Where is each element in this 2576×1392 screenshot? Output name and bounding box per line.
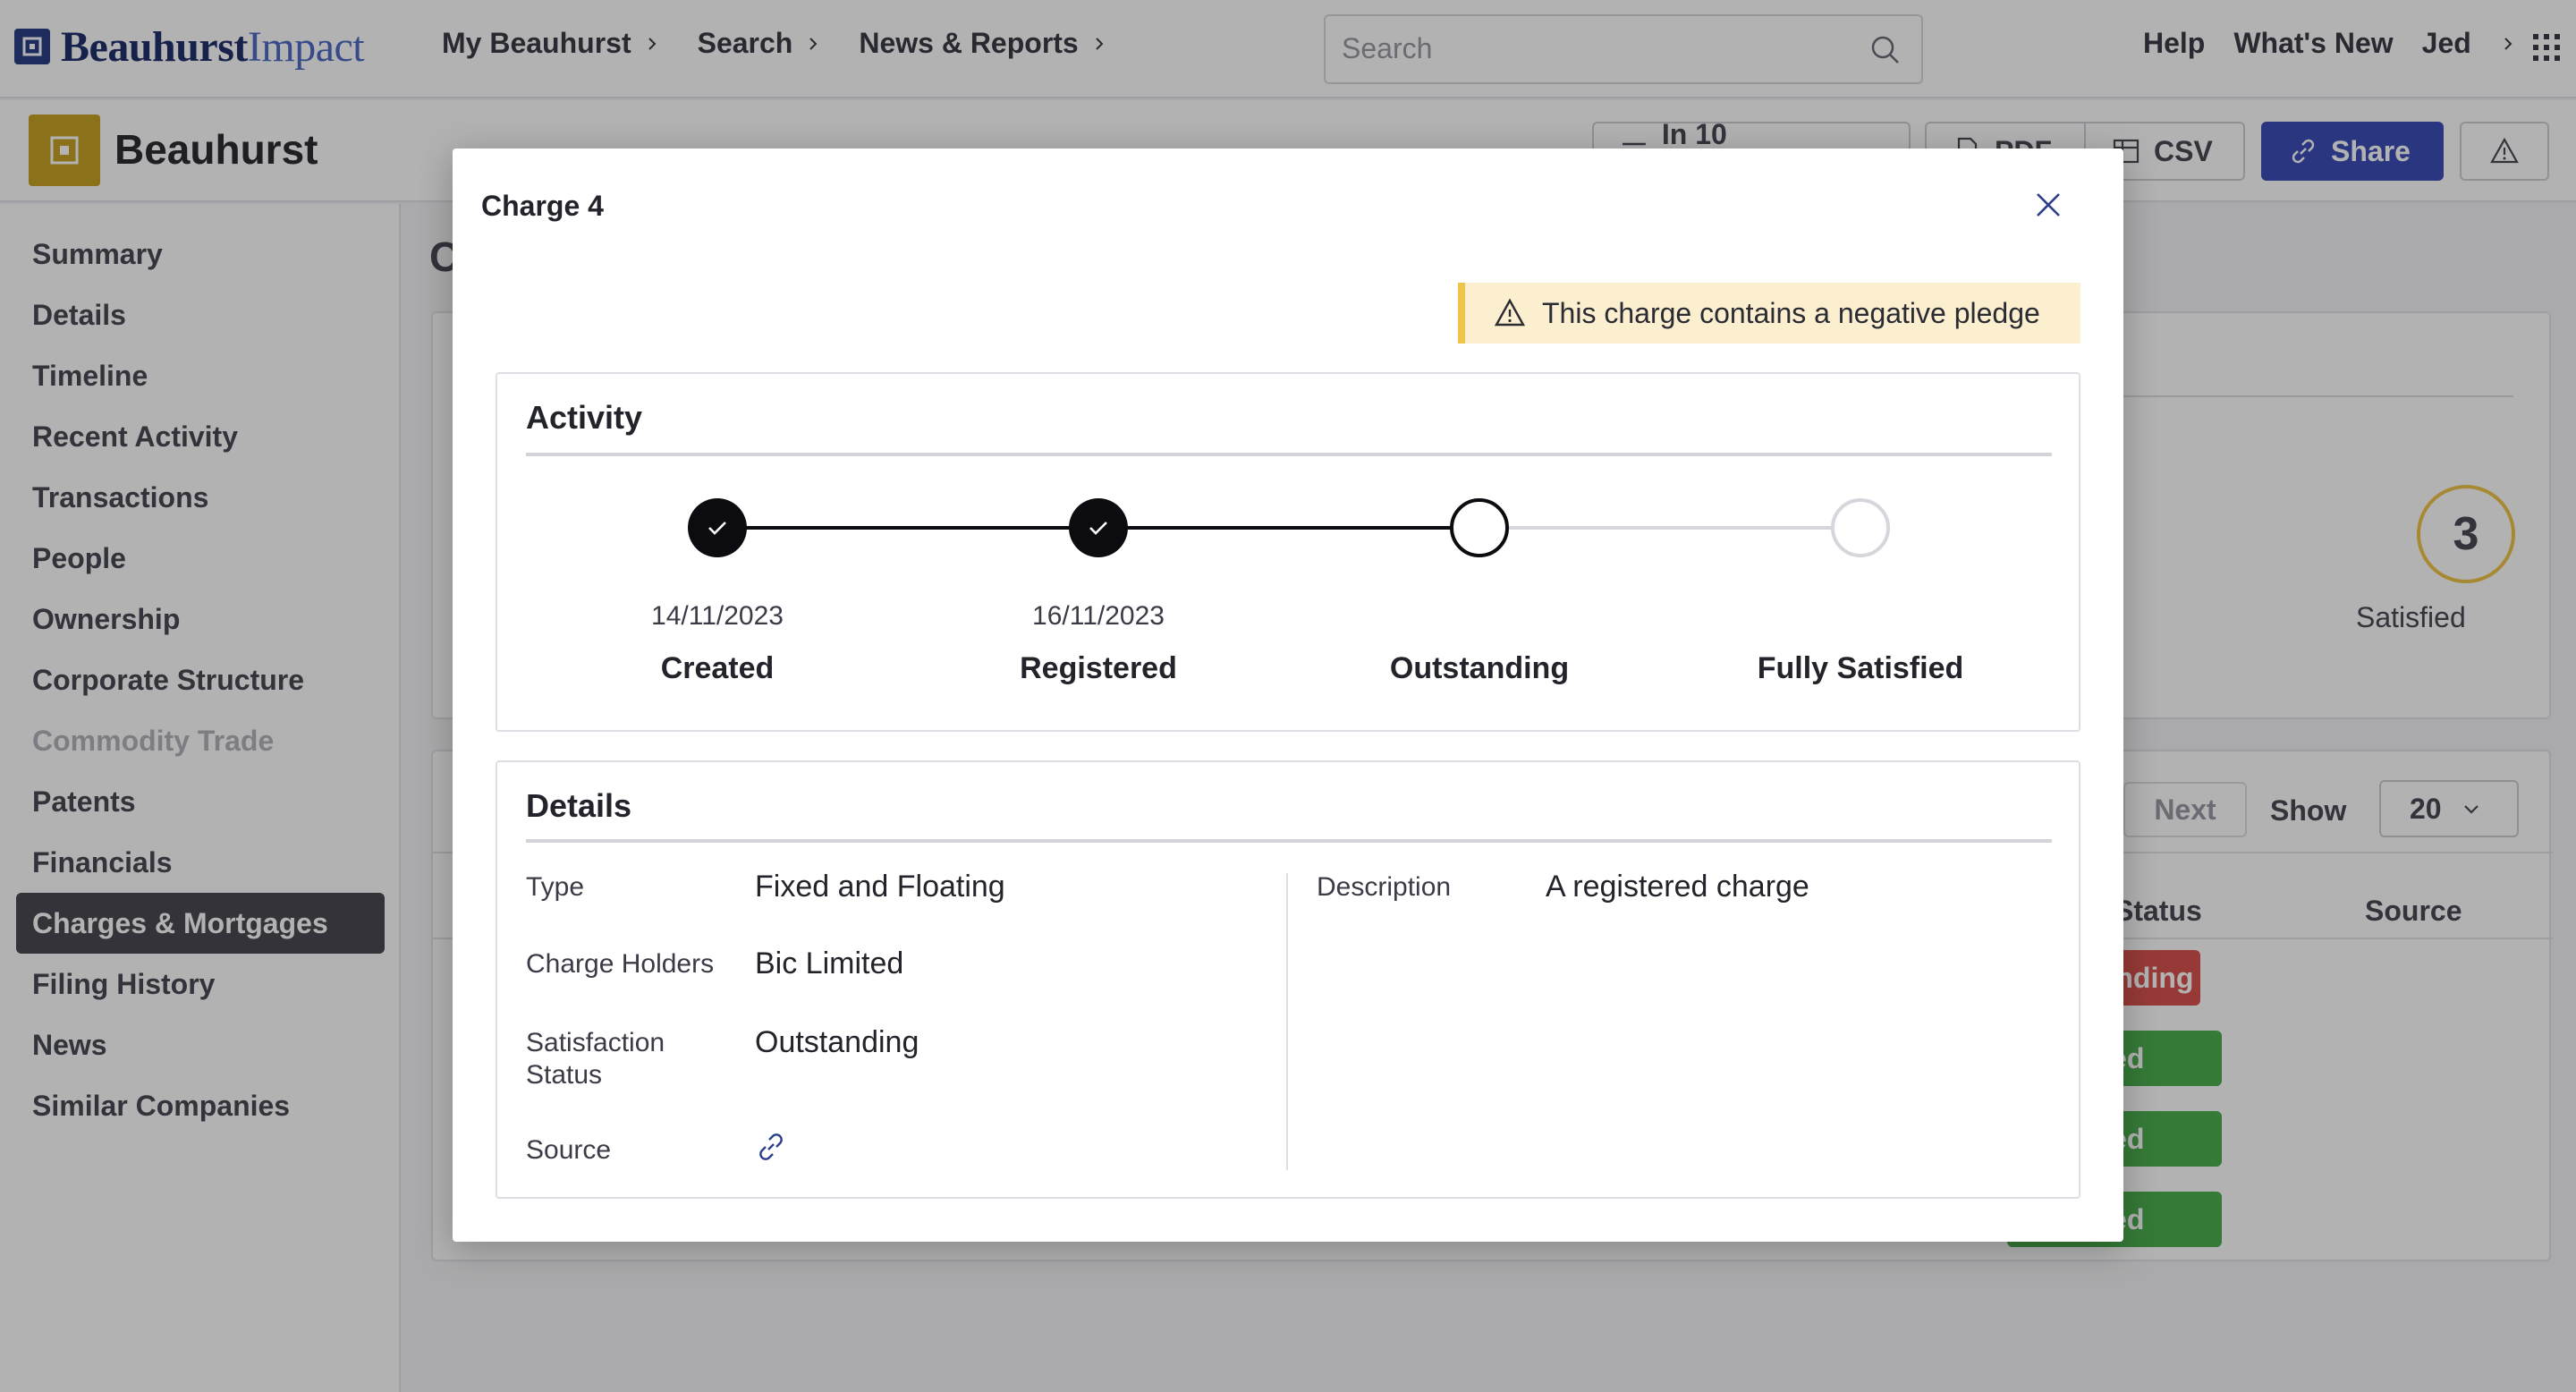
step-outstanding-dot	[1450, 498, 1509, 557]
negative-pledge-warning: This charge contains a negative pledge	[1458, 283, 2080, 344]
close-button[interactable]	[2027, 184, 2070, 227]
step-connector	[1479, 526, 1860, 530]
step-created-label: Created	[660, 651, 775, 685]
description-value: A registered charge	[1546, 870, 1809, 904]
check-icon	[1089, 522, 1107, 535]
satisfaction-status-value: Outstanding	[755, 1025, 919, 1059]
charge-holders-label: Charge Holders	[526, 949, 715, 979]
details-column-divider	[1286, 873, 1288, 1170]
details-rule	[526, 839, 2052, 843]
step-fully-satisfied-label: Fully Satisfied	[1757, 651, 1964, 685]
description-label: Description	[1317, 872, 1452, 902]
activity-panel: Activity 14/11/2023 16/11/2023 Created R…	[496, 372, 2080, 732]
type-label: Type	[526, 872, 585, 902]
source-link-icon[interactable]	[755, 1131, 787, 1163]
source-label: Source	[526, 1135, 612, 1165]
activity-rule	[526, 453, 2052, 456]
activity-title: Activity	[526, 399, 643, 436]
step-connector	[1098, 526, 1479, 530]
satisfaction-status-label: Satisfaction Status	[526, 1028, 665, 1090]
details-panel: Details Type Fixed and Floating Charge H…	[496, 760, 2080, 1199]
step-created-dot	[688, 498, 747, 557]
charge-holders-value: Bic Limited	[755, 946, 904, 980]
warning-text: This charge contains a negative pledge	[1542, 296, 2040, 329]
charge-detail-modal: Charge 4 This charge contains a negative…	[453, 149, 2123, 1242]
step-registered-dot	[1069, 498, 1128, 557]
step-fully-satisfied-dot	[1831, 498, 1890, 557]
step-registered-label: Registered	[1020, 651, 1177, 685]
details-title: Details	[526, 787, 632, 824]
close-icon	[2037, 192, 2060, 216]
step-outstanding-label: Outstanding	[1389, 651, 1570, 685]
check-icon	[708, 522, 726, 535]
step-created-date: 14/11/2023	[651, 601, 784, 631]
step-registered-date: 16/11/2023	[1032, 601, 1165, 631]
warning-icon	[1494, 298, 1526, 327]
type-value: Fixed and Floating	[755, 870, 1005, 904]
step-connector	[717, 526, 1098, 530]
modal-title: Charge 4	[481, 190, 604, 222]
